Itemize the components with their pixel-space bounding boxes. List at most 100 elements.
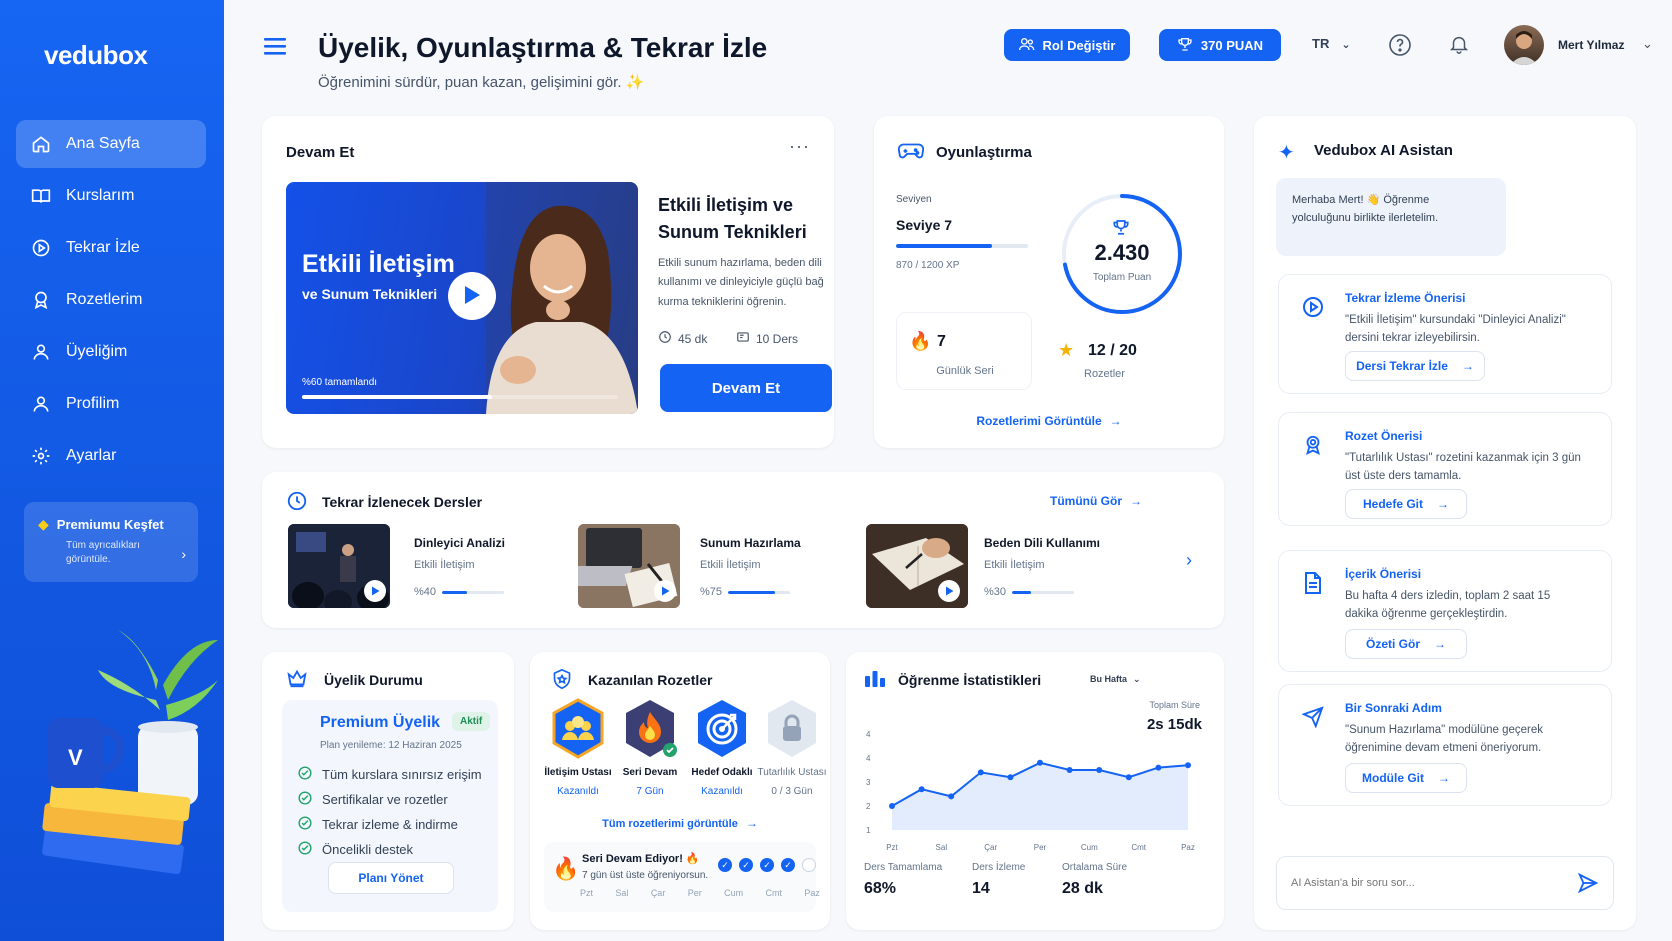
membership-box: Premium Üyelik Aktif Plan yenileme: 12 H…: [282, 700, 498, 912]
button-label: Modüle Git: [1362, 771, 1424, 785]
flame-icon: 🔥: [909, 331, 932, 351]
badge-item[interactable]: Hedef Odaklı Kazanıldı: [682, 698, 762, 797]
period-select[interactable]: Bu Hafta ⌄: [1090, 674, 1141, 685]
continue-button[interactable]: Devam Et: [660, 364, 832, 412]
badge-item[interactable]: İletişim Ustası Kazanıldı: [538, 698, 618, 797]
weekly-line-chart: 1 2 3 4 4 Pzt Sal Çar Per Cum Cmt Paz: [866, 730, 1195, 852]
chevron-right-icon[interactable]: ›: [1186, 550, 1192, 571]
suggestion-card: Bir Sonraki Adım "Sunum Hazırlama" modül…: [1278, 684, 1612, 806]
points-label: 370 PUAN: [1200, 37, 1264, 53]
points-button[interactable]: 370 PUAN: [1159, 29, 1281, 61]
streak-box: 🔥 7 Günlük Seri: [896, 312, 1032, 390]
course-description: Etkili sunum hazırlama, beden dili kulla…: [658, 257, 824, 308]
view-badges-link[interactable]: Rozetlerimi Görüntüle →: [874, 414, 1224, 428]
chevron-down-icon: ⌄: [1133, 674, 1141, 684]
feature-label: Tüm kurslara sınırsız erişim: [322, 767, 482, 782]
book-icon: [30, 185, 52, 207]
sidebar-item-label: Üyeliğim: [66, 343, 128, 360]
avatar[interactable]: [1504, 25, 1544, 65]
more-icon[interactable]: ···: [789, 136, 810, 157]
history-icon: [286, 490, 308, 515]
assistant-input[interactable]: [1291, 872, 1561, 894]
data-point: [1096, 767, 1103, 773]
arrow-right-icon: →: [1109, 414, 1122, 428]
badge-name: İletişim Ustası: [544, 767, 612, 778]
badges-label: Rozetler: [1084, 368, 1125, 380]
sidebar-item-badges[interactable]: Rozetlerim: [16, 276, 206, 324]
chevron-down-icon[interactable]: ⌄: [1642, 36, 1653, 52]
language-select[interactable]: TR ⌄: [1312, 36, 1351, 51]
data-point: [1066, 767, 1073, 773]
check-circle-icon: [298, 841, 312, 858]
promo-title: Premiumu Keşfet: [56, 517, 164, 532]
day-label: Paz: [804, 888, 820, 898]
sidebar-item-rewatch[interactable]: Tekrar İzle: [16, 224, 206, 272]
manage-plan-button[interactable]: Planı Yönet: [328, 862, 454, 894]
view-summary-button[interactable]: Özeti Gör →: [1345, 629, 1467, 659]
status-badge: Aktif: [452, 712, 491, 731]
level-label: Seviyen: [896, 194, 932, 205]
data-point: [948, 793, 955, 800]
rewatch-lesson-button[interactable]: Dersi Tekrar İzle →: [1345, 351, 1485, 381]
lesson-percent: %75: [700, 586, 723, 598]
bell-icon[interactable]: [1448, 32, 1470, 59]
day-label: Cum: [724, 888, 744, 898]
help-icon[interactable]: [1388, 33, 1412, 60]
sidebar-item-membership[interactable]: Üyeliğim: [16, 328, 206, 376]
play-button[interactable]: [654, 580, 676, 602]
sidebar-item-home[interactable]: Ana Sayfa: [16, 120, 206, 168]
y-tick-label: 1: [866, 826, 871, 835]
crown-icon: [286, 668, 308, 691]
sidebar-item-label: Ana Sayfa: [66, 135, 140, 152]
menu-icon[interactable]: [264, 36, 286, 59]
badge-status: 7 Gün: [636, 786, 664, 797]
list-item[interactable]: Dinleyici Analizi Etkili İletişim %40: [288, 524, 578, 610]
x-tick-label: Cum: [1081, 843, 1098, 852]
sidebar-item-label: Kurslarım: [66, 187, 135, 204]
sidebar-item-profile[interactable]: Profilim: [16, 380, 206, 428]
award-icon: [1297, 429, 1329, 461]
go-to-goal-button[interactable]: Hedefe Git →: [1345, 489, 1467, 519]
play-icon: [463, 285, 481, 308]
video-player[interactable]: Etkili İletişim ve Sunum Teknikleri %60 …: [286, 182, 638, 414]
sidebar-item-settings[interactable]: Ayarlar: [16, 432, 206, 480]
send-icon[interactable]: [1577, 872, 1599, 897]
play-button[interactable]: [364, 580, 386, 602]
list-item[interactable]: Sunum Hazırlama Etkili İletişim %75: [578, 524, 868, 610]
lesson-title: Sunum Hazırlama: [700, 536, 801, 550]
day-label: Çar: [650, 888, 666, 898]
role-switch-button[interactable]: Rol Değiştir: [1004, 29, 1130, 61]
learning-stats-card: Öğrenme İstatistikleri Bu Hafta ⌄ Toplam …: [846, 652, 1224, 930]
course-lessons: 10 Ders: [736, 330, 798, 347]
badge-item[interactable]: Tutarlılık Ustası 0 / 3 Gün: [752, 698, 832, 797]
play-button[interactable]: [938, 580, 960, 602]
sidebar-item-courses[interactable]: Kurslarım: [16, 172, 206, 220]
period-value: Bu Hafta: [1090, 674, 1128, 684]
user-name[interactable]: Mert Yılmaz: [1558, 38, 1624, 52]
check-circle-icon: [298, 791, 312, 808]
plant-books-illustration: V: [42, 630, 218, 875]
see-all-link[interactable]: Tümünü Gör →: [1050, 494, 1142, 508]
users-icon: [1018, 37, 1035, 54]
suggestion-title: İçerik Önerisi: [1345, 567, 1422, 581]
shield-icon: [552, 668, 572, 693]
day-complete-icon: ✓: [781, 858, 795, 872]
course-duration: 45 dk: [658, 330, 707, 347]
go-to-module-button[interactable]: Modüle Git →: [1345, 763, 1467, 793]
star-icon: ★: [1058, 340, 1075, 360]
watch-label: Ders İzleme: [972, 862, 1026, 873]
play-button[interactable]: [448, 272, 496, 320]
average-label: Ortalama Süre: [1062, 862, 1128, 873]
arrow-right-icon: →: [1434, 637, 1446, 651]
badge-item[interactable]: Seri Devam 7 Gün: [610, 698, 690, 797]
list-item[interactable]: Beden Dili Kullanımı Etkili İletişim %30: [866, 524, 1156, 610]
y-tick-label: 4: [866, 754, 871, 763]
feature-item: Sertifikalar ve rozetler: [298, 791, 482, 808]
lesson-progress-bar: [442, 591, 504, 594]
page-title: Üyelik, Oyunlaştırma & Tekrar İzle: [318, 32, 768, 63]
premium-promo[interactable]: ◆ Premiumu Keşfet Tüm ayrıcalıkları görün…: [24, 502, 198, 582]
stats-title: Öğrenme İstatistikleri: [898, 672, 1042, 688]
all-badges-link[interactable]: Tüm rozetlerimi görüntüle →: [530, 816, 830, 830]
x-tick-label: Cmt: [1131, 843, 1146, 852]
video-title: Etkili İletişim: [302, 250, 455, 278]
